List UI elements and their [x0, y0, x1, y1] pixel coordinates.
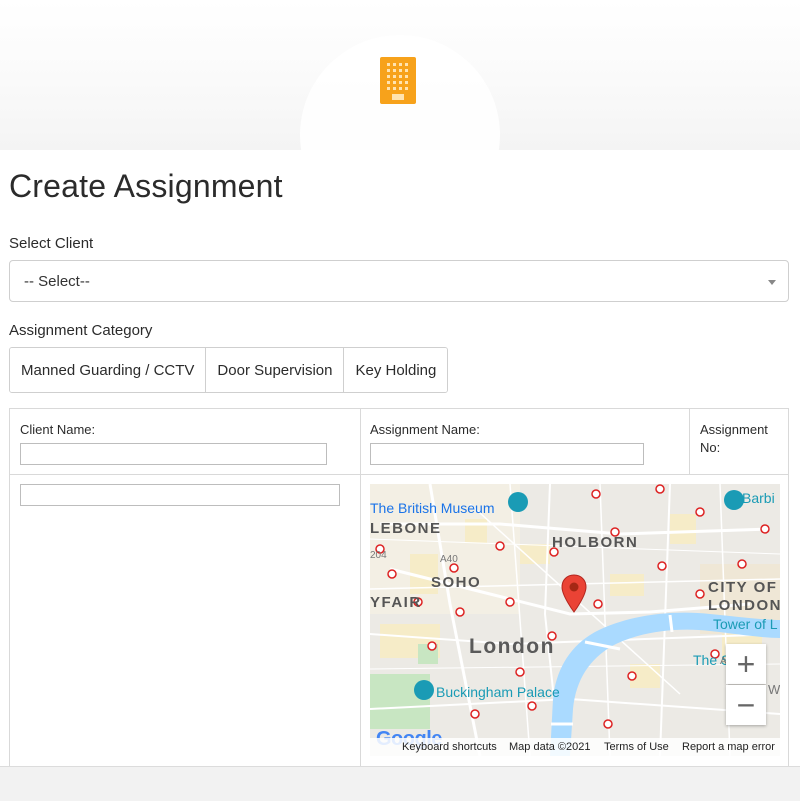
- building-icon[interactable]: [380, 57, 416, 104]
- map-label-mayfair: YFAIR: [370, 594, 422, 611]
- report-map-error-link[interactable]: Report a map error: [682, 741, 775, 753]
- column-divider: [689, 408, 690, 474]
- assignment-category-label: Assignment Category: [9, 322, 153, 339]
- map-label-british-museum: The British Museum: [370, 500, 495, 516]
- select-client-label: Select Client: [9, 235, 94, 252]
- assignment-name-label: Assignment Name:: [370, 422, 480, 437]
- map-label-city-of: CITY OF: [708, 579, 778, 596]
- map-label-tower: Tower of L: [713, 616, 778, 632]
- category-door-supervision-button[interactable]: Door Supervision: [206, 348, 345, 392]
- client-select[interactable]: -- Select--: [9, 260, 789, 302]
- map-label-holborn: HOLBORN: [552, 534, 639, 551]
- map-label-edge-w: W: [768, 682, 780, 697]
- map-label-road-204: 204: [370, 550, 387, 561]
- keyboard-shortcuts-link[interactable]: Keyboard shortcuts: [402, 741, 497, 753]
- museum-icon: [508, 492, 528, 512]
- row-divider: [9, 474, 789, 475]
- client-select-value: -- Select--: [24, 273, 90, 290]
- map-data-attribution: Map data ©2021: [509, 741, 591, 753]
- map-pin-icon[interactable]: [561, 574, 587, 614]
- map-label-london: London: [469, 635, 555, 658]
- barbican-icon: [724, 490, 744, 510]
- map-label-marylebone: LEBONE: [370, 520, 442, 537]
- bottom-bar: [0, 766, 800, 801]
- assignment-name-input[interactable]: [370, 443, 644, 465]
- chevron-down-icon: [768, 280, 776, 285]
- client-name-input[interactable]: [20, 443, 327, 465]
- location-map[interactable]: The British Museum LEBONE 204 A40 HOLBOR…: [370, 484, 780, 756]
- map-label-buckingham: Buckingham Palace: [436, 684, 560, 700]
- map-label-city-london: LONDON: [708, 597, 780, 614]
- map-footer: Keyboard shortcuts Map data ©2021 Terms …: [370, 738, 780, 756]
- category-key-holding-button[interactable]: Key Holding: [344, 348, 448, 392]
- address-input[interactable]: [20, 484, 340, 506]
- assignment-no-label-line2: No:: [700, 440, 721, 455]
- client-name-label: Client Name:: [20, 422, 96, 437]
- page-title: Create Assignment: [9, 168, 283, 204]
- terms-of-use-link[interactable]: Terms of Use: [604, 741, 669, 753]
- zoom-in-button[interactable]: +: [726, 644, 766, 684]
- category-manned-guarding-button[interactable]: Manned Guarding / CCTV: [10, 348, 207, 392]
- assignment-no-label-line1: Assignment: [700, 422, 768, 437]
- zoom-out-button[interactable]: −: [726, 685, 766, 725]
- camera-icon: [414, 680, 434, 700]
- map-label-road-a40: A40: [440, 554, 458, 565]
- map-label-barbican: Barbi: [742, 490, 775, 506]
- column-divider: [360, 408, 361, 800]
- map-label-soho: SOHO: [431, 574, 482, 591]
- assignment-no-label: Assignment No:: [700, 421, 768, 457]
- header-band: [0, 0, 800, 150]
- category-button-group: Manned Guarding / CCTV Door Supervision …: [9, 347, 449, 393]
